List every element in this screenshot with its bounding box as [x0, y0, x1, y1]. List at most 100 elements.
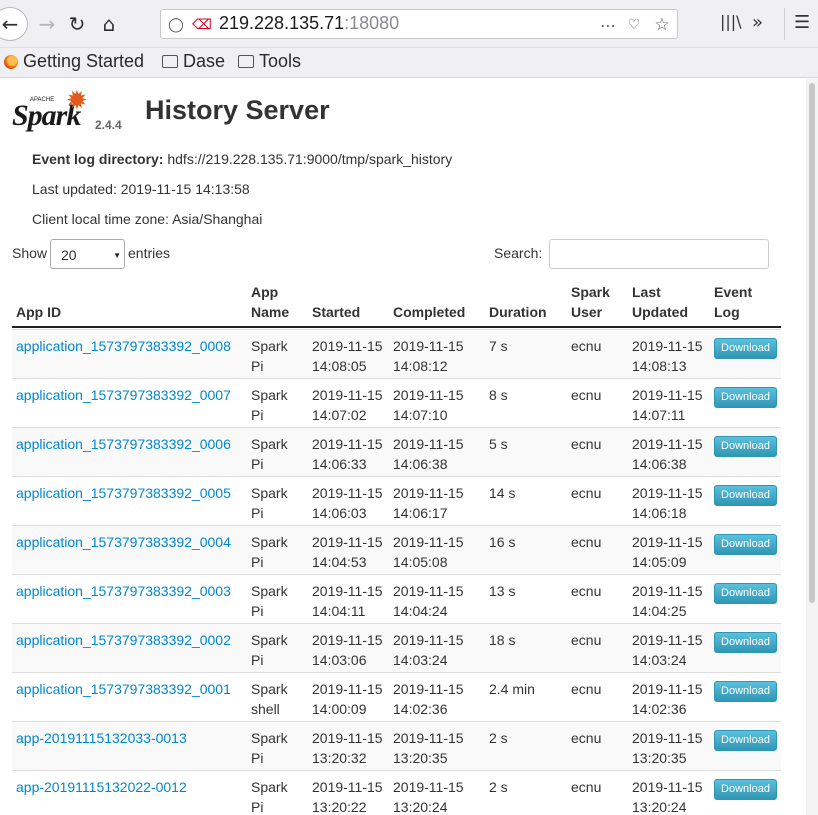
duration: 2 s: [489, 730, 508, 746]
app-id-link[interactable]: application_1573797383392_0004: [16, 532, 231, 552]
back-arrow-icon[interactable]: ←: [0, 7, 28, 41]
bookmark-folder-dase[interactable]: Dase: [162, 51, 225, 72]
last-updated-time: 2019-11-15 13:20:24: [632, 777, 703, 815]
url-text[interactable]: 219.228.135.71:18080: [219, 13, 399, 34]
app-name-line1: Spark: [251, 730, 288, 746]
search-input[interactable]: [549, 239, 769, 269]
app-name: Spark Pi: [251, 777, 288, 815]
spark-star-icon: ✹: [66, 85, 88, 115]
bookmark-folder-tools[interactable]: Tools: [238, 51, 301, 72]
spark-user: ecnu: [571, 436, 602, 452]
completed-time-line2: 14:08:12: [393, 358, 448, 374]
table-row: application_1573797383392_0002 Spark Pi 201…: [12, 623, 781, 672]
pocket-icon[interactable]: ♡: [625, 16, 643, 34]
app-id-link[interactable]: application_1573797383392_0008: [16, 336, 231, 356]
duration: 18 s: [489, 632, 516, 648]
last-updated-time-line1: 2019-11-15: [632, 387, 703, 403]
column-header-completed[interactable]: Completed: [393, 302, 465, 322]
started-time: 2019-11-15 14:07:02: [312, 385, 383, 425]
app-name-line2: Pi: [251, 652, 264, 668]
spark-logo[interactable]: APACHE Spark ✹: [12, 85, 92, 132]
app-name: Spark shell: [251, 679, 288, 719]
shield-icon[interactable]: ◯: [167, 16, 185, 34]
started-time-line2: 14:07:02: [312, 407, 367, 423]
column-header-event-log[interactable]: Event Log: [714, 282, 752, 322]
completed-time-line1: 2019-11-15: [393, 681, 464, 697]
last-updated-time-line2: 14:07:11: [632, 407, 686, 423]
url-bar[interactable]: ◯ ⌫ 219.228.135.71:18080 ⋯ ♡ ☆: [160, 9, 678, 39]
started-time: 2019-11-15 13:20:32: [312, 728, 383, 768]
forward-arrow-icon[interactable]: →: [30, 7, 64, 41]
app-id-link[interactable]: application_1573797383392_0003: [16, 581, 231, 601]
last-updated-time-line2: 13:20:35: [632, 750, 687, 766]
last-updated-time-line2: 14:02:36: [632, 701, 687, 717]
history-server-page: APACHE Spark ✹ 2.4.4 History Server Even…: [0, 79, 806, 815]
download-button[interactable]: Download: [714, 583, 777, 604]
column-header-app-id[interactable]: App ID: [16, 302, 61, 322]
download-button[interactable]: Download: [714, 338, 777, 359]
download-button[interactable]: Download: [714, 681, 777, 702]
started-time-line2: 14:04:11: [312, 603, 366, 619]
bookmark-star-icon[interactable]: ☆: [653, 15, 671, 35]
page-scrollbar[interactable]: [806, 79, 818, 815]
app-id-link[interactable]: app-20191115132033-0013: [16, 728, 187, 748]
toolbar-separator: [784, 8, 785, 40]
app-name-line1: Spark: [251, 681, 288, 697]
started-time-line2: 14:06:33: [312, 456, 367, 472]
download-button[interactable]: Download: [714, 485, 777, 506]
column-header-last-updated[interactable]: Last Updated: [632, 282, 688, 322]
completed-time-line1: 2019-11-15: [393, 485, 464, 501]
completed-time-line1: 2019-11-15: [393, 534, 464, 550]
app-id-link[interactable]: application_1573797383392_0001: [16, 679, 231, 699]
completed-time: 2019-11-15 14:06:38: [393, 434, 464, 474]
download-button[interactable]: Download: [714, 534, 777, 555]
column-header-duration[interactable]: Duration: [489, 302, 547, 322]
column-header-app-name[interactable]: App Name: [251, 282, 289, 322]
bookmark-getting-started[interactable]: Getting Started: [4, 51, 144, 72]
app-id-link[interactable]: application_1573797383392_0006: [16, 434, 231, 454]
app-name-line2: Pi: [251, 603, 264, 619]
last-updated-time-line1: 2019-11-15: [632, 485, 703, 501]
started-time-line2: 13:20:22: [312, 799, 367, 815]
download-button[interactable]: Download: [714, 779, 777, 800]
app-id-link[interactable]: application_1573797383392_0005: [16, 483, 231, 503]
overflow-chevron-icon[interactable]: »: [752, 12, 763, 33]
home-icon[interactable]: ⌂: [92, 7, 126, 41]
last-updated-time-line2: 14:04:25: [632, 603, 687, 619]
column-header-started[interactable]: Started: [312, 302, 360, 322]
entries-label: entries: [128, 245, 171, 261]
last-updated-time: 2019-11-15 14:08:13: [632, 336, 703, 376]
entries-per-page-select[interactable]: 20 ▼: [50, 239, 125, 269]
app-name: Spark Pi: [251, 630, 288, 670]
reload-icon[interactable]: ↻: [60, 7, 94, 41]
download-button[interactable]: Download: [714, 632, 777, 653]
event-log-value: hdfs://219.228.135.71:9000/tmp/spark_his…: [167, 151, 453, 167]
page-actions-icon[interactable]: ⋯: [599, 16, 617, 35]
app-id-link[interactable]: application_1573797383392_0002: [16, 630, 231, 650]
folder-icon: [238, 55, 254, 68]
last-updated-time-line1: 2019-11-15: [632, 730, 703, 746]
column-header-spark-user[interactable]: Spark User: [571, 282, 610, 322]
last-updated-time-line1: 2019-11-15: [632, 534, 703, 550]
download-button[interactable]: Download: [714, 436, 777, 457]
started-time-line2: 14:03:06: [312, 652, 367, 668]
scrollbar-thumb[interactable]: [809, 83, 815, 603]
last-updated-time-line2: 14:06:18: [632, 505, 687, 521]
page-title: History Server: [145, 95, 330, 125]
completed-time-line2: 14:04:24: [393, 603, 448, 619]
menu-icon[interactable]: ☰: [794, 12, 810, 33]
app-name-line1: Spark: [251, 338, 288, 354]
download-button[interactable]: Download: [714, 730, 777, 751]
spark-version: 2.4.4: [95, 118, 122, 132]
insecure-lock-icon[interactable]: ⌫: [192, 16, 212, 34]
library-icon[interactable]: |||\: [720, 12, 742, 31]
app-id-link[interactable]: application_1573797383392_0007: [16, 385, 231, 405]
completed-time-line2: 14:06:17: [393, 505, 448, 521]
last-updated-time-line1: 2019-11-15: [632, 632, 703, 648]
table-row: application_1573797383392_0005 Spark Pi 201…: [12, 476, 781, 525]
app-name-line1: Spark: [251, 632, 288, 648]
app-name-line1: Spark: [251, 534, 288, 550]
download-button[interactable]: Download: [714, 387, 777, 408]
app-name-line1: Spark: [251, 779, 288, 795]
app-id-link[interactable]: app-20191115132022-0012: [16, 777, 187, 797]
